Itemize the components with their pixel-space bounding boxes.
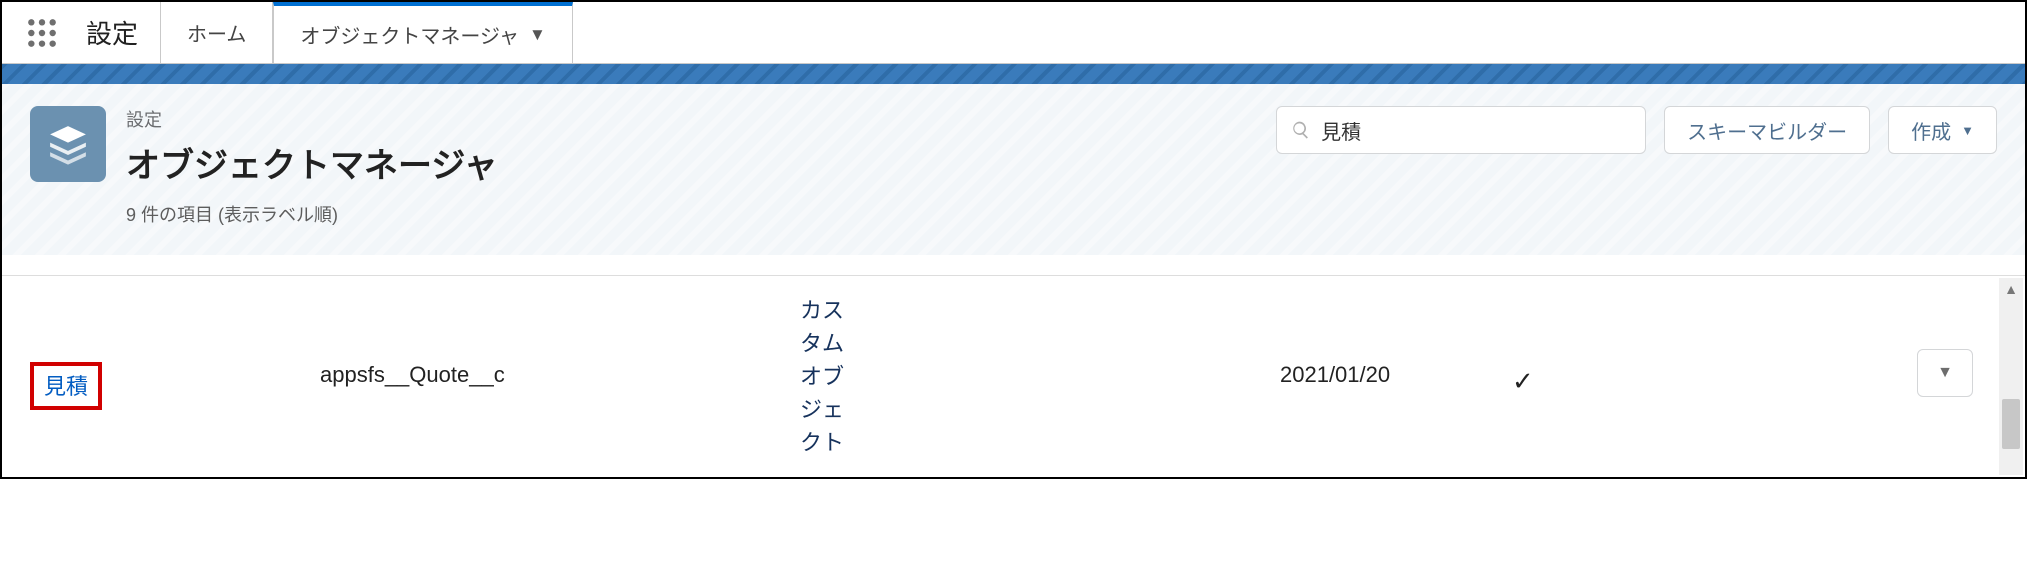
tab-label: ホーム [187,18,246,47]
api-name: appsfs__Quote__c [320,294,800,388]
count-suffix: 件の項目 (表示ラベル順) [141,205,338,225]
app-title: 設定 [82,2,160,63]
item-count: 9 件の項目 (表示ラベル順) [126,201,498,227]
dropdown-caret-icon: ▼ [1961,123,1974,138]
create-button[interactable]: 作成 ▼ [1888,106,1997,154]
row-actions-button[interactable]: ▼ [1917,349,1973,397]
table-row: 見積 appsfs__Quote__c カス タム オブ ジェ クト 2021/… [2,276,2025,477]
vertical-scrollbar[interactable]: ▲ [1999,278,2023,475]
scroll-thumb[interactable] [2002,399,2020,449]
button-label: スキーマビルダー [1687,116,1847,145]
decorative-strip [2,64,2025,84]
scroll-up-arrow-icon: ▲ [1999,278,2023,300]
search-icon [1291,120,1311,140]
waffle-icon [26,17,58,49]
breadcrumb: 設定 [126,106,498,132]
search-input[interactable] [1321,119,1631,142]
stack-icon [46,122,90,166]
button-label: 作成 [1911,116,1951,145]
object-type: カス タム オブ ジェ クト [800,294,1280,459]
schema-builder-button[interactable]: スキーマビルダー [1664,106,1870,154]
object-label-link[interactable]: 見積 [44,369,88,401]
count-number: 9 [126,205,136,225]
highlight-box: 見積 [30,362,102,410]
object-manager-icon [30,106,106,182]
chevron-down-icon: ▼ [529,25,546,45]
search-box[interactable] [1276,106,1646,154]
tab-label: オブジェクトマネージャ [300,20,519,49]
last-modified: 2021/01/20 [1280,294,1512,388]
page-title: オブジェクトマネージャ [126,138,498,187]
check-icon: ✓ [1512,366,1534,396]
tab-object-manager[interactable]: オブジェクトマネージャ ▼ [273,2,572,63]
tab-home[interactable]: ホーム [160,2,273,63]
app-launcher[interactable] [2,2,82,63]
dropdown-caret-icon: ▼ [1937,364,1953,382]
